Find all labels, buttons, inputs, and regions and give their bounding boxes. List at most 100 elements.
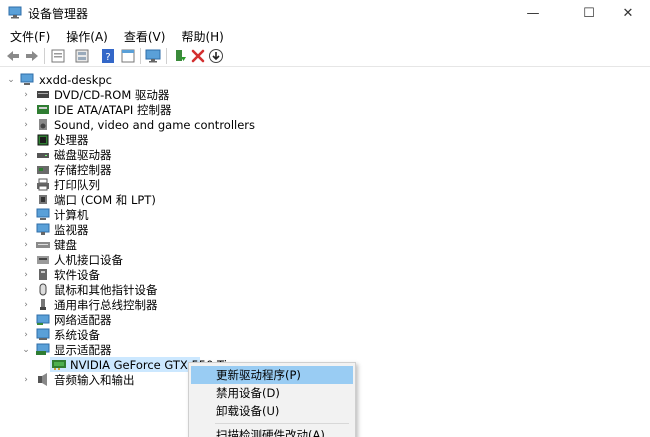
back-arrow-icon[interactable] [5, 48, 21, 64]
display-adapter-icon [36, 343, 50, 356]
tree-category-label: 通用串行总线控制器 [54, 297, 158, 312]
printer-icon [36, 178, 50, 191]
chevron-right-icon[interactable]: › [21, 297, 31, 312]
network-adapter-icon [36, 313, 50, 326]
chevron-right-icon[interactable]: › [21, 87, 31, 102]
tree-category[interactable]: › 计算机 [0, 207, 650, 222]
chevron-right-icon[interactable]: › [21, 372, 31, 387]
mouse-icon [36, 283, 50, 296]
chevron-right-icon[interactable]: › [21, 207, 31, 222]
tree-category-label: 存储控制器 [54, 162, 112, 177]
scan-hardware-icon[interactable] [145, 48, 161, 64]
download-icon[interactable] [208, 48, 224, 64]
tree-category[interactable]: › 人机接口设备 [0, 252, 650, 267]
tree-category-label: 磁盘驱动器 [54, 147, 112, 162]
chevron-right-icon[interactable]: › [21, 222, 31, 237]
audio-icon [36, 373, 50, 386]
close-button[interactable]: ✕ [605, 0, 650, 26]
tree-root[interactable]: ⌄ xxdd-deskpc [0, 72, 650, 87]
tree-category-label: 处理器 [54, 132, 89, 147]
tree-category[interactable]: › 处理器 [0, 132, 650, 147]
tree-category[interactable]: ⌄ 显示适配器 [0, 342, 650, 357]
ide-controller-icon [36, 103, 50, 116]
tree-device-nvidia[interactable]: NVIDIA GeForce GTX 550 Ti [50, 357, 227, 372]
speaker-icon [36, 118, 50, 131]
tree-category-label: 人机接口设备 [54, 252, 123, 267]
menu-scan-hardware[interactable]: 扫描检测硬件改动(A) [191, 426, 353, 437]
display-adapter-icon [52, 358, 66, 371]
menu-bar: 文件(F) 操作(A) 查看(V) 帮助(H) [0, 27, 650, 45]
update-driver-icon[interactable] [74, 48, 90, 64]
chevron-right-icon[interactable]: › [21, 117, 31, 132]
tree-category[interactable]: › IDE ATA/ATAPI 控制器 [0, 102, 650, 117]
help-icon[interactable]: ? [100, 48, 116, 64]
toolbar: ? [0, 45, 650, 67]
computer-icon [20, 73, 34, 86]
tree-category[interactable]: › 端口 (COM 和 LPT) [0, 192, 650, 207]
properties-icon[interactable] [50, 48, 66, 64]
tree-category[interactable]: › 鼠标和其他指针设备 [0, 282, 650, 297]
monitor-icon [36, 223, 50, 236]
chevron-right-icon[interactable]: › [21, 327, 31, 342]
chevron-right-icon[interactable]: › [21, 192, 31, 207]
tree-category[interactable]: › 监视器 [0, 222, 650, 237]
menu-separator [215, 423, 349, 424]
chevron-right-icon[interactable]: › [21, 162, 31, 177]
title-bar: 设备管理器 — ☐ ✕ [0, 0, 650, 26]
chevron-right-icon[interactable]: › [21, 252, 31, 267]
keyboard-icon [36, 238, 50, 251]
tree-category-label: DVD/CD-ROM 驱动器 [54, 87, 170, 102]
tree-category[interactable]: › 键盘 [0, 237, 650, 252]
chevron-right-icon[interactable]: › [21, 312, 31, 327]
chevron-down-icon[interactable]: ⌄ [6, 72, 16, 87]
menu-help[interactable]: 帮助(H) [171, 27, 229, 45]
tree-category[interactable]: › 通用串行总线控制器 [0, 297, 650, 312]
tree-category-label: IDE ATA/ATAPI 控制器 [54, 102, 172, 117]
chevron-right-icon[interactable]: › [21, 102, 31, 117]
tree-category-label: Sound, video and game controllers [54, 117, 256, 132]
chevron-right-icon[interactable]: › [21, 132, 31, 147]
enable-device-icon[interactable] [172, 48, 188, 64]
minimize-button[interactable]: — [510, 0, 556, 26]
tree-category-label: 系统设备 [54, 327, 100, 342]
tree-category-label: 软件设备 [54, 267, 100, 282]
menu-disable-device[interactable]: 禁用设备(D) [191, 384, 353, 402]
tree-category[interactable]: › 软件设备 [0, 267, 650, 282]
forward-arrow-icon[interactable] [24, 48, 40, 64]
computer-icon [36, 208, 50, 221]
toolbar-separator [140, 48, 141, 64]
tree-category[interactable]: › 打印队列 [0, 177, 650, 192]
chevron-right-icon[interactable]: › [21, 177, 31, 192]
tree-category[interactable]: › 存储控制器 [0, 162, 650, 177]
console-icon[interactable] [120, 48, 136, 64]
menu-file[interactable]: 文件(F) [0, 27, 56, 45]
menu-action[interactable]: 操作(A) [56, 27, 114, 45]
tree-category[interactable]: › 磁盘驱动器 [0, 147, 650, 162]
chevron-right-icon[interactable]: › [21, 147, 31, 162]
tree-category[interactable]: › DVD/CD-ROM 驱动器 [0, 87, 650, 102]
context-menu: 更新驱动程序(P) 禁用设备(D) 卸载设备(U) 扫描检测硬件改动(A) [188, 362, 356, 437]
tree-category[interactable]: › 网络适配器 [0, 312, 650, 327]
dvd-drive-icon [36, 88, 50, 101]
menu-view[interactable]: 查看(V) [114, 27, 172, 45]
storage-controller-icon [36, 163, 50, 176]
device-manager-app-icon [8, 6, 22, 19]
menu-uninstall-device[interactable]: 卸载设备(U) [191, 402, 353, 420]
chevron-right-icon[interactable]: › [21, 237, 31, 252]
tree-root-label: xxdd-deskpc [39, 72, 113, 87]
chevron-right-icon[interactable]: › [21, 282, 31, 297]
window-title: 设备管理器 [28, 7, 89, 21]
tree-category-label: 键盘 [54, 237, 77, 252]
tree-category[interactable]: › Sound, video and game controllers [0, 117, 650, 132]
tree-category-label: 音频输入和输出 [54, 372, 135, 387]
chevron-down-icon[interactable]: ⌄ [21, 342, 31, 357]
port-icon [36, 193, 50, 206]
software-device-icon [36, 268, 50, 281]
disk-drive-icon [36, 148, 50, 161]
tree-category[interactable]: › 系统设备 [0, 327, 650, 342]
chevron-right-icon[interactable]: › [21, 267, 31, 282]
tree-category-label: 端口 (COM 和 LPT) [54, 192, 156, 207]
uninstall-icon[interactable] [190, 48, 206, 64]
usb-icon [36, 298, 50, 311]
menu-update-driver[interactable]: 更新驱动程序(P) [191, 366, 353, 384]
